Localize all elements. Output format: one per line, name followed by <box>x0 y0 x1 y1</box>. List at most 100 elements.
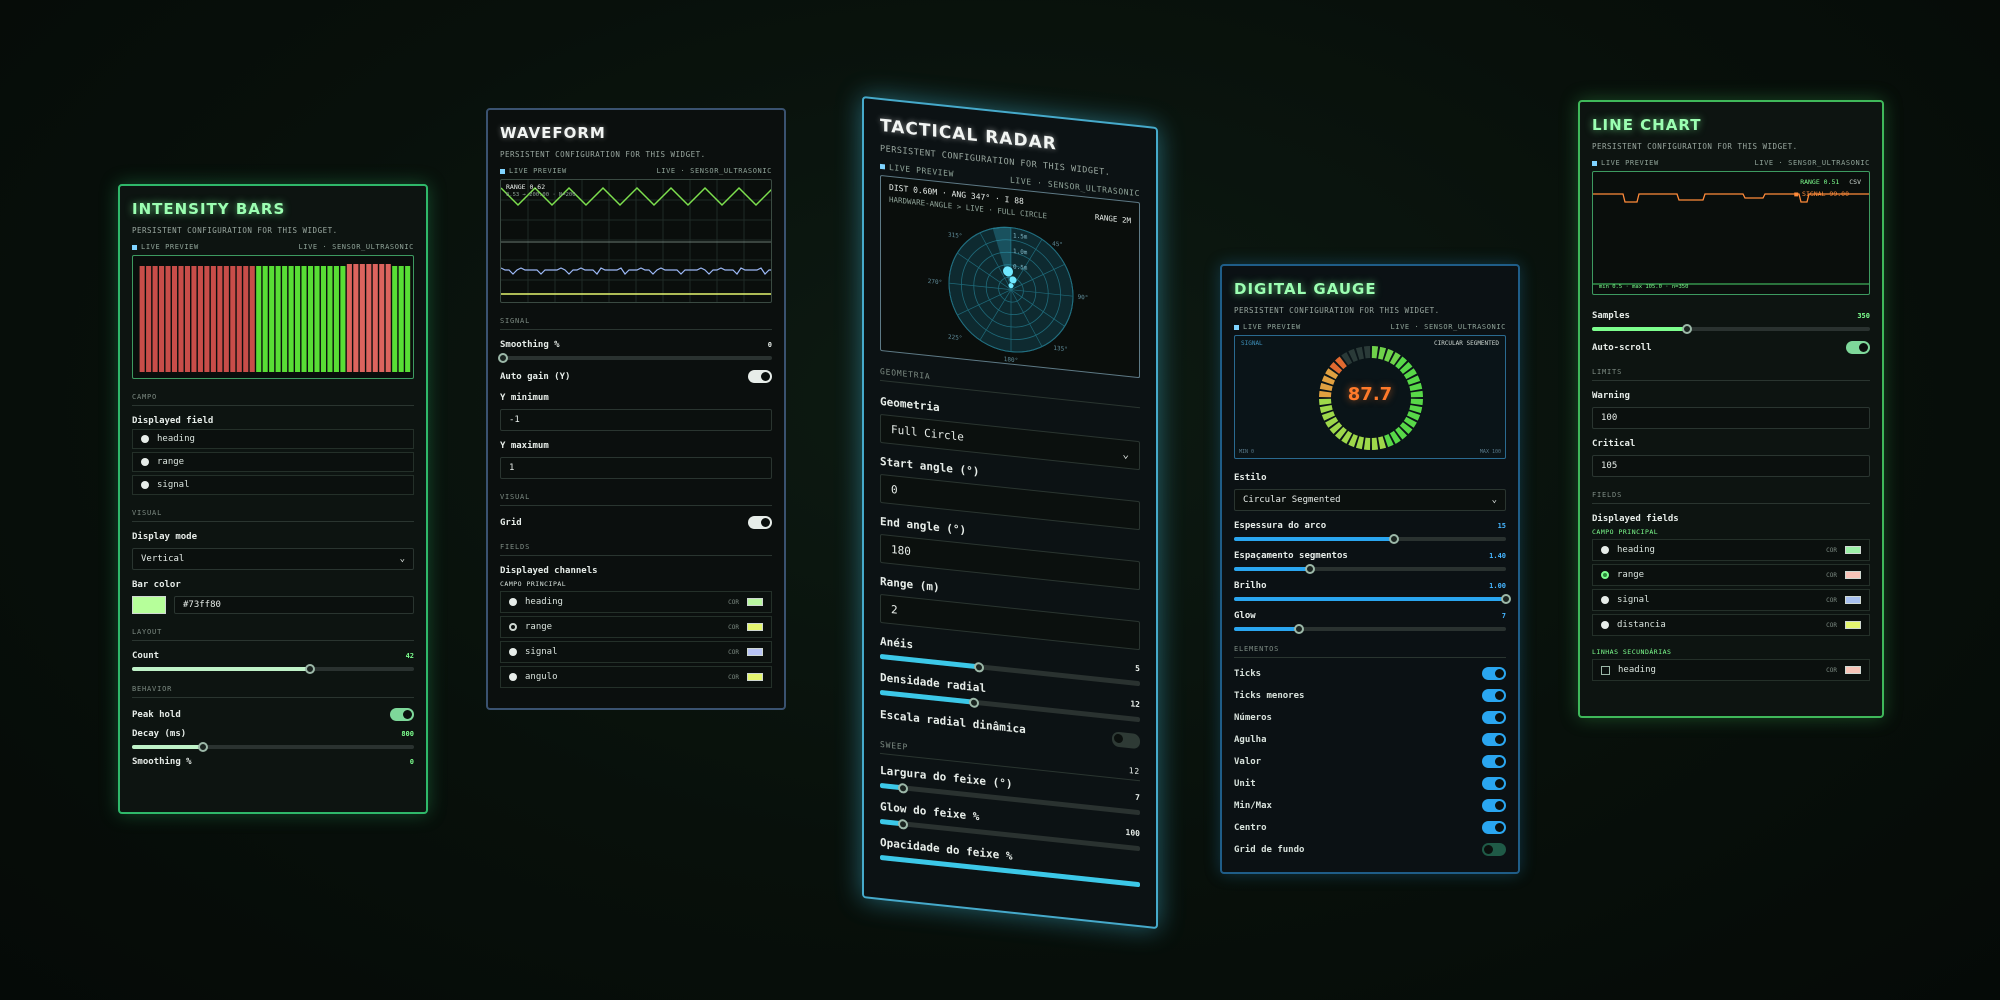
aneis-slider-knob[interactable] <box>973 661 984 673</box>
bar-color-swatch[interactable] <box>132 596 166 614</box>
sensor-label: LIVE · SENSOR_ULTRASONIC <box>1754 159 1870 167</box>
peak-hold-toggle[interactable] <box>390 708 414 721</box>
decay-slider-knob[interactable] <box>197 742 208 752</box>
largura-slider-knob[interactable] <box>898 782 909 794</box>
elements-list: Ticks Ticks menores Números Agulha Valor… <box>1234 667 1506 856</box>
intensity-bar <box>327 266 333 372</box>
intensity-bar <box>165 266 171 372</box>
campo-principal-label: CAMPO PRINCIPAL <box>500 580 567 588</box>
espacamento-slider[interactable] <box>1234 564 1506 574</box>
color-swatch[interactable] <box>747 623 763 631</box>
espacamento-slider-knob[interactable] <box>1305 564 1316 574</box>
grid-toggle[interactable] <box>748 516 772 529</box>
fields-section: FIELDS <box>500 543 772 556</box>
glow-slider-knob[interactable] <box>1294 624 1305 634</box>
field-signal[interactable]: signal COR <box>1592 589 1870 611</box>
fields-list: heading COR range COR signal COR distanc… <box>1592 539 1870 636</box>
samples-slider-knob[interactable] <box>1681 324 1692 334</box>
element-toggle[interactable] <box>1482 755 1506 768</box>
brilho-row: Brilho 1.00 <box>1234 581 1506 591</box>
waveform-svg <box>501 180 771 302</box>
gauge-value: 87.7 <box>1347 384 1393 405</box>
field-option-heading[interactable]: heading <box>132 429 414 449</box>
color-swatch[interactable] <box>1845 571 1861 579</box>
intensity-bar <box>275 266 281 372</box>
intensity-bar <box>236 266 242 372</box>
element-toggle[interactable] <box>1482 733 1506 746</box>
field-range[interactable]: range COR <box>1592 564 1870 586</box>
color-swatch[interactable] <box>1845 596 1861 604</box>
element-row: Min/Max <box>1234 799 1506 812</box>
escala-toggle[interactable] <box>1112 731 1140 750</box>
count-slider[interactable] <box>132 664 414 674</box>
aneis-value: 5 <box>1135 663 1140 674</box>
count-slider-knob[interactable] <box>304 664 315 674</box>
grid-row: Grid <box>500 516 772 529</box>
espessura-slider[interactable] <box>1234 534 1506 544</box>
radio-icon <box>141 458 149 466</box>
espacamento-value: 1.40 <box>1489 552 1506 560</box>
decay-slider[interactable] <box>132 742 414 752</box>
bar-color-input[interactable]: #73ff80 <box>174 596 414 614</box>
color-swatch[interactable] <box>747 598 763 606</box>
element-toggle[interactable] <box>1482 667 1506 680</box>
brilho-slider[interactable] <box>1234 594 1511 604</box>
intensity-bar <box>217 266 223 372</box>
element-toggle[interactable] <box>1482 689 1506 702</box>
autoscroll-toggle[interactable] <box>1846 341 1870 354</box>
element-toggle[interactable] <box>1482 821 1506 834</box>
checkbox-icon[interactable] <box>1601 665 1610 675</box>
decay-value: 800 <box>401 730 414 738</box>
panel-subtitle: PERSISTENT CONFIGURATION FOR THIS WIDGET… <box>500 150 706 159</box>
element-toggle[interactable] <box>1482 777 1506 790</box>
element-toggle[interactable] <box>1482 799 1506 812</box>
samples-row: Samples 350 <box>1592 311 1870 321</box>
color-swatch[interactable] <box>747 673 763 681</box>
intensity-bar <box>295 266 301 372</box>
glow-slider[interactable] <box>1234 624 1506 634</box>
radio-icon <box>509 648 517 656</box>
field-option-signal[interactable]: signal <box>132 475 414 495</box>
color-swatch[interactable] <box>747 648 763 656</box>
ymax-input[interactable]: 1 <box>500 457 772 479</box>
ring-label: 1.0m <box>1013 248 1028 257</box>
intensity-bar <box>243 266 249 372</box>
smoothing-slider[interactable] <box>497 353 772 363</box>
field-heading[interactable]: heading COR <box>1592 539 1870 561</box>
sensor-label: LIVE · SENSOR_ULTRASONIC <box>656 167 772 175</box>
intensity-bar <box>159 266 165 372</box>
color-swatch[interactable] <box>1845 546 1861 554</box>
auto-gain-toggle[interactable] <box>748 370 772 383</box>
ymin-input[interactable]: -1 <box>500 409 772 431</box>
secondary-line-heading[interactable]: heading COR <box>1592 659 1870 681</box>
intensity-bar <box>320 266 327 372</box>
gauge-segment <box>1355 436 1364 450</box>
channel-range[interactable]: range COR <box>500 616 772 638</box>
samples-slider[interactable] <box>1592 324 1870 334</box>
cor-label: COR <box>728 648 739 656</box>
field-option-range[interactable]: range <box>132 452 414 472</box>
csv-button[interactable]: CSV <box>1849 178 1861 186</box>
channel-angulo[interactable]: angulo COR <box>500 666 772 688</box>
behavior-section: BEHAVIOR <box>132 685 414 698</box>
warning-input[interactable]: 100 <box>1592 407 1870 429</box>
color-swatch[interactable] <box>1845 621 1861 629</box>
field-distancia[interactable]: distancia COR <box>1592 614 1870 636</box>
smoothing-slider-knob[interactable] <box>497 353 508 363</box>
color-swatch[interactable] <box>1845 666 1861 674</box>
glow-slider-knob[interactable] <box>898 818 909 830</box>
element-row: Ticks menores <box>1234 689 1506 702</box>
espessura-slider-knob[interactable] <box>1389 534 1400 544</box>
display-mode-select[interactable]: Vertical ⌄ <box>132 548 414 570</box>
densidade-slider-knob[interactable] <box>968 696 979 708</box>
intensity-bar <box>171 266 178 372</box>
critical-input[interactable]: 105 <box>1592 455 1870 477</box>
channel-signal[interactable]: signal COR <box>500 641 772 663</box>
line-signal-tag: ■ SIGNAL 99.00 <box>1794 190 1849 198</box>
brilho-slider-knob[interactable] <box>1501 594 1511 604</box>
element-toggle[interactable] <box>1482 711 1506 724</box>
estilo-select[interactable]: Circular Segmented ⌄ <box>1234 489 1506 511</box>
element-toggle[interactable] <box>1482 843 1506 856</box>
channel-heading[interactable]: heading COR <box>500 591 772 613</box>
brilho-slider-fill <box>1234 597 1506 601</box>
